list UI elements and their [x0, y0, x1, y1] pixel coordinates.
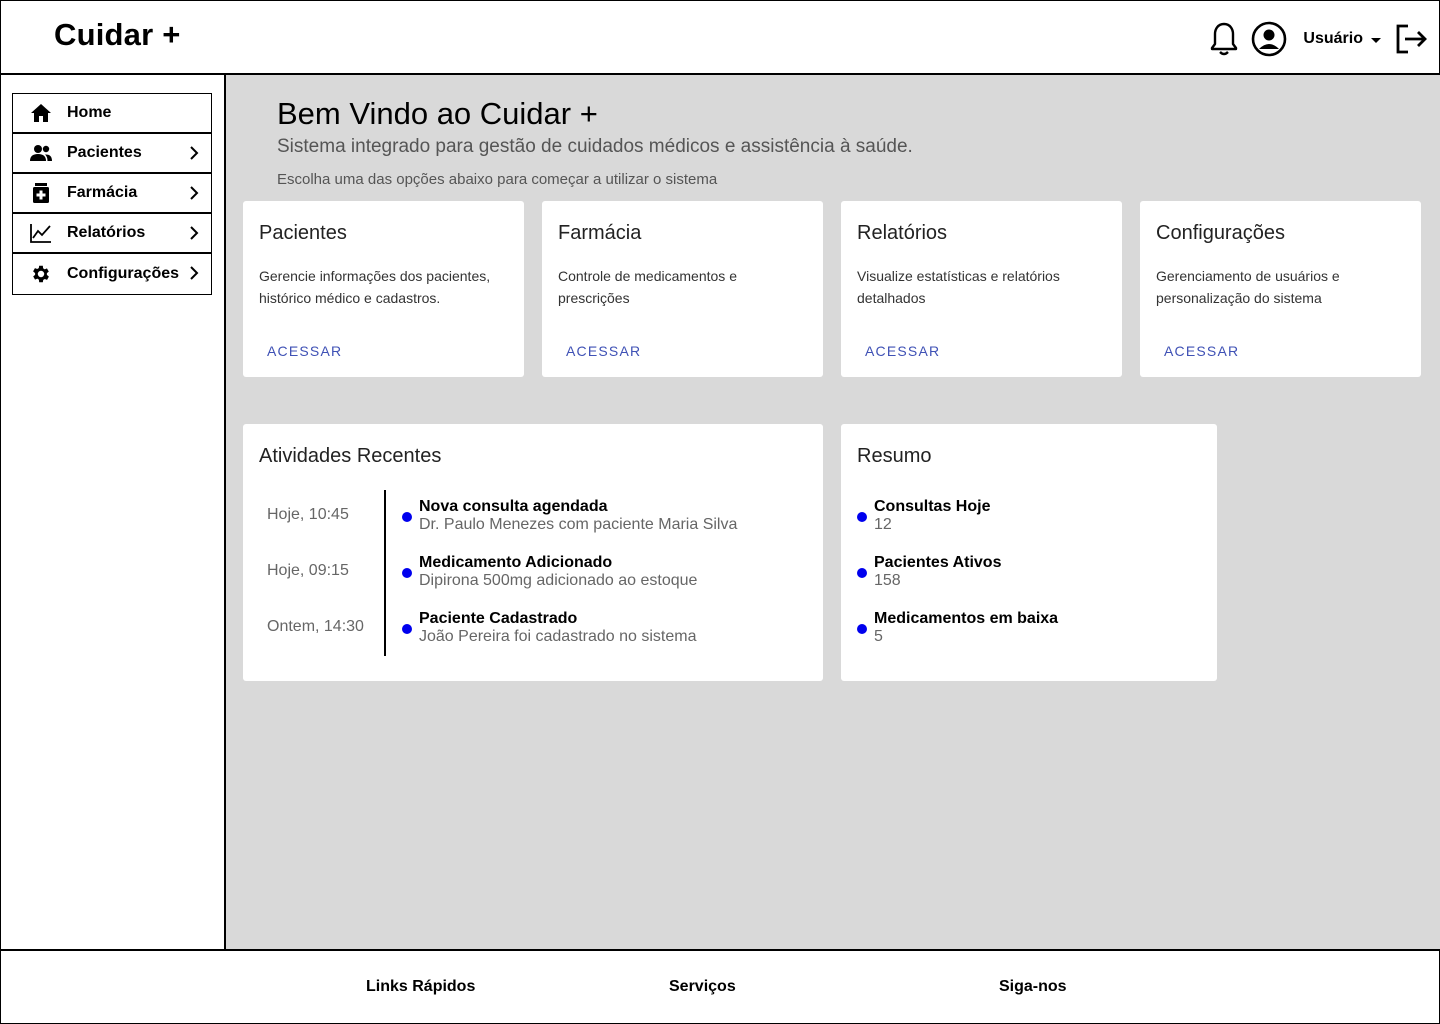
- card-title: Farmácia: [558, 222, 642, 244]
- card-title: Relatórios: [857, 222, 948, 244]
- page-subtitle: Sistema integrado para gestão de cuidado…: [277, 136, 913, 157]
- footer: Links Rápidos Serviços Siga-nos: [0, 949, 1440, 1024]
- chevron-right-icon: [189, 145, 199, 166]
- pharmacy-icon: [30, 182, 52, 204]
- sidebar-item-farmacia[interactable]: Farmácia: [13, 174, 211, 214]
- activity-time: Hoje, 10:45: [267, 506, 349, 523]
- activity-detail: Dr. Paulo Menezes com paciente Maria Sil…: [419, 516, 738, 533]
- bullet-dot: [857, 512, 867, 522]
- sidebar-item-label: Pacientes: [67, 144, 142, 161]
- activity-item[interactable]: Hoje, 10:45 Nova consulta agendada Dr. P…: [243, 496, 823, 536]
- card-pacientes: Pacientes Gerencie informações dos pacie…: [243, 201, 524, 377]
- footer-link-follow-us[interactable]: Siga-nos: [999, 978, 1067, 996]
- activity-item[interactable]: Hoje, 09:15 Medicamento Adicionado Dipir…: [243, 552, 823, 592]
- card-access-button[interactable]: ACESSAR: [865, 343, 940, 359]
- card-title: Configurações: [1156, 222, 1285, 244]
- footer-link-quick-links[interactable]: Links Rápidos: [366, 978, 475, 996]
- summary-item: Consultas Hoje 12: [841, 496, 1217, 536]
- summary-label: Medicamentos em baixa: [874, 610, 1059, 627]
- header-actions: Usuário: [1209, 19, 1429, 59]
- page-title: Bem Vindo ao Cuidar +: [277, 96, 598, 131]
- home-icon: [30, 102, 52, 124]
- card-title: Pacientes: [259, 222, 347, 244]
- sidebar-item-label: Home: [67, 104, 112, 121]
- card-description: Gerenciamento de usuários e personalizaç…: [1156, 268, 1340, 306]
- people-icon: [30, 142, 52, 164]
- sidebar-item-pacientes[interactable]: Pacientes: [13, 134, 211, 174]
- card-access-button[interactable]: ACESSAR: [566, 343, 641, 359]
- summary-label: Pacientes Ativos: [874, 554, 1002, 571]
- top-header: Cuidar + Usuário: [0, 0, 1440, 75]
- card-configuracoes: Configurações Gerenciamento de usuários …: [1140, 201, 1421, 377]
- bullet-dot: [857, 568, 867, 578]
- page-hint: Escolha uma das opções abaixo para começ…: [277, 171, 718, 188]
- bullet-dot: [402, 512, 412, 522]
- footer-link-services[interactable]: Serviços: [669, 978, 736, 996]
- activity-time: Ontem, 14:30: [267, 618, 364, 635]
- card-description: Controle de medicamentos e prescrições: [558, 268, 737, 306]
- sidebar-nav: Home Pacientes Farmácia Relatórios Confi…: [12, 93, 212, 295]
- sidebar-item-relatorios[interactable]: Relatórios: [13, 214, 211, 254]
- summary-item: Pacientes Ativos 158: [841, 552, 1217, 592]
- summary-panel: Resumo Consultas Hoje 12 Pacientes Ativo…: [841, 424, 1217, 681]
- chevron-right-icon: [189, 265, 199, 286]
- card-access-button[interactable]: ACESSAR: [267, 343, 342, 359]
- app-brand[interactable]: Cuidar +: [54, 17, 181, 53]
- sidebar-item-label: Farmácia: [67, 184, 138, 201]
- activity-detail: João Pereira foi cadastrado no sistema: [419, 628, 697, 645]
- bullet-dot: [857, 624, 867, 634]
- chart-line-icon: [30, 222, 52, 244]
- bullet-dot: [402, 568, 412, 578]
- user-menu-label[interactable]: Usuário: [1303, 30, 1363, 48]
- bell-icon[interactable]: [1209, 21, 1239, 57]
- activity-item[interactable]: Ontem, 14:30 Paciente Cadastrado João Pe…: [243, 608, 823, 648]
- sidebar: Home Pacientes Farmácia Relatórios Confi…: [0, 75, 226, 950]
- card-description: Gerencie informações dos pacientes, hist…: [259, 268, 491, 306]
- sidebar-item-label: Relatórios: [67, 224, 146, 241]
- card-relatorios: Relatórios Visualize estatísticas e rela…: [841, 201, 1122, 377]
- chevron-right-icon: [189, 225, 199, 246]
- panel-title: Atividades Recentes: [259, 445, 442, 467]
- activity-title: Nova consulta agendada: [419, 498, 608, 515]
- main-content: Bem Vindo ao Cuidar + Sistema integrado …: [226, 75, 1440, 950]
- summary-label: Consultas Hoje: [874, 498, 991, 515]
- chevron-down-icon[interactable]: [1371, 37, 1381, 43]
- sidebar-item-label: Configurações: [67, 265, 180, 282]
- recent-activities-panel: Atividades Recentes Hoje, 10:45 Nova con…: [243, 424, 823, 681]
- card-access-button[interactable]: ACESSAR: [1164, 343, 1239, 359]
- summary-value: 5: [874, 628, 883, 645]
- activity-title: Paciente Cadastrado: [419, 610, 578, 627]
- activity-time: Hoje, 09:15: [267, 562, 349, 579]
- summary-item: Medicamentos em baixa 5: [841, 608, 1217, 648]
- card-farmacia: Farmácia Controle de medicamentos e pres…: [542, 201, 823, 377]
- summary-value: 12: [874, 516, 892, 533]
- gear-icon: [30, 263, 52, 285]
- panel-title: Resumo: [857, 445, 932, 467]
- bullet-dot: [402, 624, 412, 634]
- sidebar-item-configuracoes[interactable]: Configurações: [13, 254, 211, 294]
- activity-title: Medicamento Adicionado: [419, 554, 613, 571]
- account-circle-icon[interactable]: [1251, 21, 1287, 57]
- sidebar-item-home[interactable]: Home: [13, 94, 211, 134]
- logout-icon[interactable]: [1395, 23, 1429, 55]
- activity-detail: Dipirona 500mg adicionado ao estoque: [419, 572, 698, 589]
- chevron-right-icon: [189, 185, 199, 206]
- summary-value: 158: [874, 572, 901, 589]
- card-description: Visualize estatísticas e relatórios deta…: [857, 268, 1060, 306]
